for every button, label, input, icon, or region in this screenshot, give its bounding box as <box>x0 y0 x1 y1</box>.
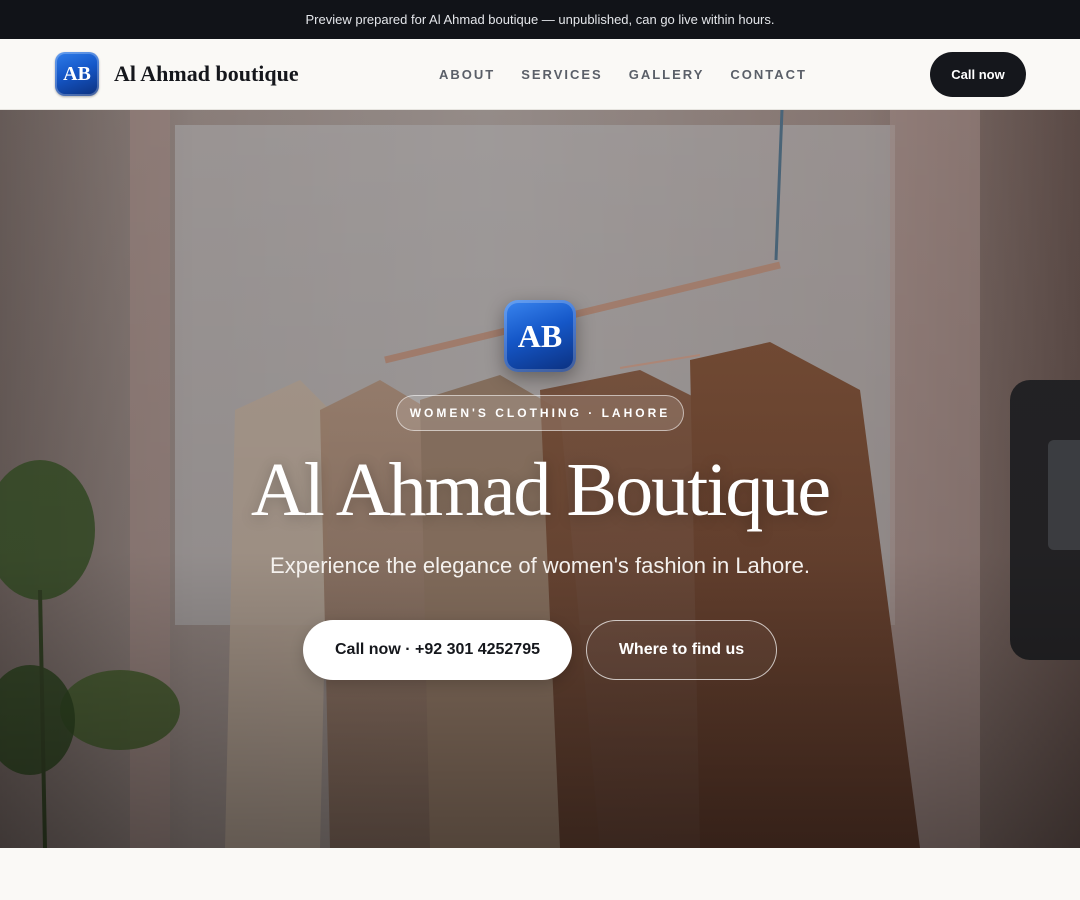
hero-tagline-pill: WOMEN'S CLOTHING · LAHORE <box>396 395 684 431</box>
nav-link-contact[interactable]: CONTACT <box>730 67 807 82</box>
hero-call-now-button[interactable]: Call now · +92 301 4252795 <box>303 620 572 680</box>
brand-logo: AB <box>55 52 99 96</box>
nav-link-gallery[interactable]: GALLERY <box>629 67 705 82</box>
preview-banner: Preview prepared for Al Ahmad boutique —… <box>0 0 1080 39</box>
brand-logo-text: AB <box>63 62 91 85</box>
brand[interactable]: AB Al Ahmad boutique <box>55 52 299 96</box>
preview-banner-text: Preview prepared for Al Ahmad boutique —… <box>305 12 775 27</box>
brand-name: Al Ahmad boutique <box>114 61 299 86</box>
hero-content: AB WOMEN'S CLOTHING · LAHORE Al Ahmad Bo… <box>0 110 1080 848</box>
header-call-now-button[interactable]: Call now <box>930 52 1026 97</box>
nav-link-services[interactable]: SERVICES <box>521 67 603 82</box>
hero-logo-text: AB <box>517 317 563 354</box>
hero-section: AB WOMEN'S CLOTHING · LAHORE Al Ahmad Bo… <box>0 110 1080 848</box>
hero-logo: AB <box>504 300 576 372</box>
hero-tagline: WOMEN'S CLOTHING · LAHORE <box>409 406 671 420</box>
where-to-find-us-button[interactable]: Where to find us <box>586 620 777 680</box>
hero-title: Al Ahmad Boutique <box>250 448 831 532</box>
main-nav: ABOUT SERVICES GALLERY CONTACT <box>439 39 833 109</box>
hero-subtitle: Experience the elegance of women's fashi… <box>270 553 810 578</box>
nav-link-about[interactable]: ABOUT <box>439 67 495 82</box>
site-header: AB Al Ahmad boutique ABOUT SERVICES GALL… <box>0 39 1080 110</box>
